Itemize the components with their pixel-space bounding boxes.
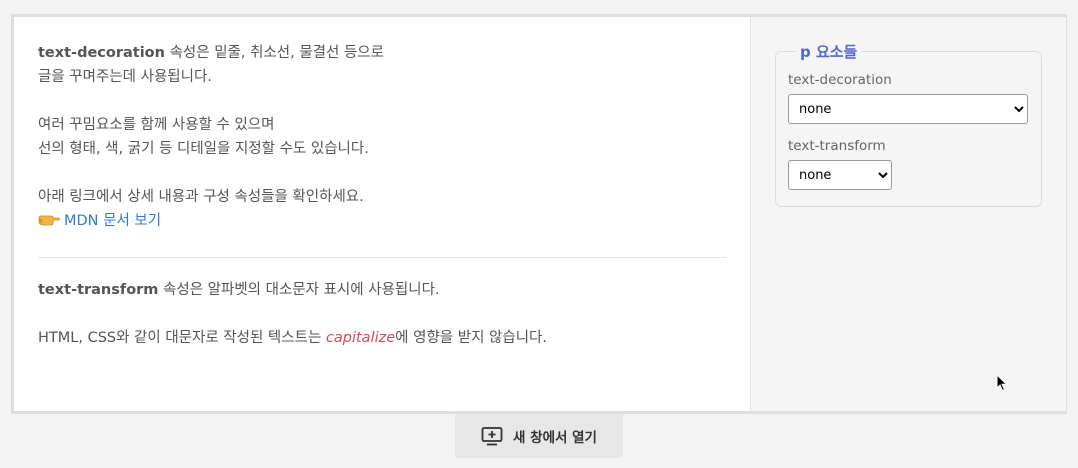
capitalize-keyword: capitalize <box>325 330 396 346</box>
section-divider <box>38 257 726 258</box>
mouse-pointer-icon <box>996 374 1008 392</box>
link-section-line1: 아래 링크에서 상세 내용과 구성 속성들을 확인하세요. <box>38 189 364 205</box>
fieldset-legend: p 요소들 <box>800 43 858 61</box>
decoration-detail-line2: 선의 형태, 색, 굵기 등 디테일을 지정할 수도 있습니다. <box>38 141 369 157</box>
text-decoration-select[interactable]: none <box>788 94 1028 124</box>
pointing-hand-icon <box>38 211 60 226</box>
controls-panel: p 요소들 text-decoration none text-transfor… <box>750 17 1066 411</box>
text-transform-select[interactable]: none <box>788 160 892 190</box>
mdn-docs-link[interactable]: MDN 문서 보기 <box>64 213 161 229</box>
transform-term: text-transform <box>38 282 159 298</box>
new-window-icon <box>481 427 503 446</box>
transform-detail-before: HTML, CSS와 같이 대문자로 작성된 텍스트는 <box>38 330 326 346</box>
decoration-detail: 여러 꾸밈요소를 함께 사용할 수 있으며 선의 형태, 색, 굵기 등 디테일… <box>38 113 726 161</box>
transform-intro-rest: 속성은 알파벳의 대소문자 표시에 사용됩니다. <box>158 282 440 298</box>
decoration-intro-line2: 글을 꾸며주는데 사용됩니다. <box>38 69 212 85</box>
text-decoration-label: text-decoration <box>788 72 892 88</box>
p-elements-fieldset: p 요소들 text-decoration none text-transfor… <box>775 41 1042 207</box>
preview-frame: text-decoration 속성은 밑줄, 취소선, 물결선 등으로 글을 … <box>11 14 1067 414</box>
transform-detail: HTML, CSS와 같이 대문자로 작성된 텍스트는 capitalize에 … <box>38 326 726 350</box>
decoration-intro: text-decoration 속성은 밑줄, 취소선, 물결선 등으로 글을 … <box>38 41 726 89</box>
transform-intro: text-transform 속성은 알파벳의 대소문자 표시에 사용됩니다. <box>38 278 726 302</box>
text-transform-label: text-transform <box>788 138 886 154</box>
open-in-new-window-button[interactable]: 새 창에서 열기 <box>455 414 623 458</box>
transform-detail-after: 에 영향을 받지 않습니다. <box>395 330 548 346</box>
open-in-new-window-label: 새 창에서 열기 <box>513 430 597 446</box>
content-panel: text-decoration 속성은 밑줄, 취소선, 물결선 등으로 글을 … <box>14 17 750 411</box>
decoration-term: text-decoration <box>38 45 165 61</box>
link-section: 아래 링크에서 상세 내용과 구성 속성들을 확인하세요. MDN 문서 보기 <box>38 185 726 233</box>
decoration-intro-rest: 속성은 밑줄, 취소선, 물결선 등으로 <box>164 45 384 61</box>
decoration-detail-line1: 여러 꾸밈요소를 함께 사용할 수 있으며 <box>38 117 275 133</box>
